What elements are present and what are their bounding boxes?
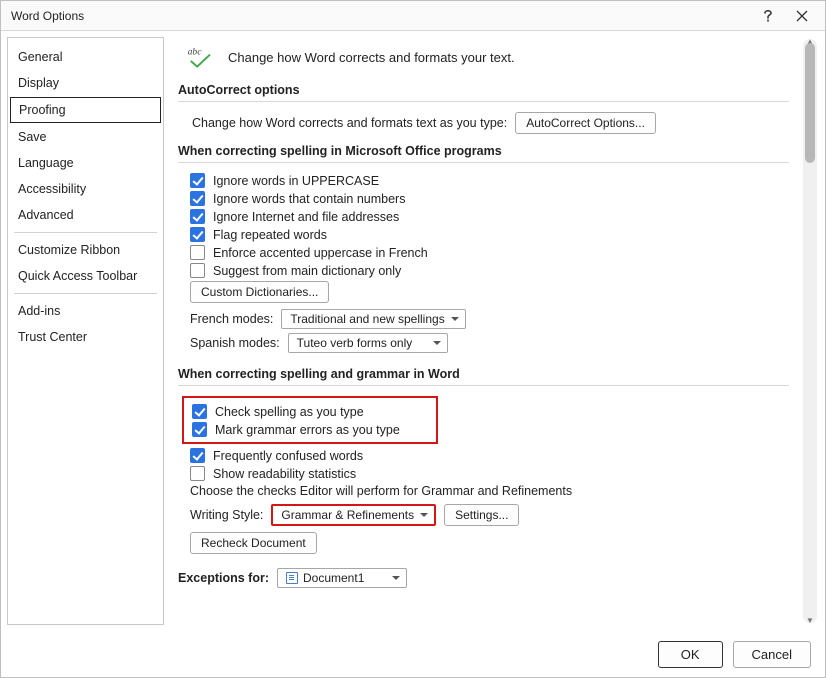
abc-proofing-icon: abc — [186, 43, 218, 71]
check-readability[interactable] — [190, 466, 205, 481]
proofing-content: abc Change how Word corrects and formats… — [178, 39, 799, 623]
sidebar-item-quick-access-toolbar[interactable]: Quick Access Toolbar — [8, 263, 163, 289]
ok-button[interactable]: OK — [658, 641, 723, 668]
custom-dictionaries-button[interactable]: Custom Dictionaries... — [190, 281, 329, 303]
scrollbar-thumb[interactable] — [805, 43, 815, 163]
sidebar-item-trust-center[interactable]: Trust Center — [8, 324, 163, 350]
check-confused-words[interactable] — [190, 448, 205, 463]
help-button[interactable] — [751, 4, 785, 28]
check-spelling-as-type-label: Check spelling as you type — [215, 405, 364, 419]
check-flag-repeated-label: Flag repeated words — [213, 228, 327, 242]
sidebar-item-proofing[interactable]: Proofing — [10, 97, 161, 123]
check-spelling-as-type[interactable] — [192, 404, 207, 419]
word-options-dialog: Word Options General Display Proofing Sa… — [0, 0, 826, 678]
check-confused-words-label: Frequently confused words — [213, 449, 363, 463]
word-grammar-heading: When correcting spelling and grammar in … — [178, 367, 789, 381]
sidebar-separator — [14, 293, 157, 294]
dialog-footer: OK Cancel — [1, 631, 825, 677]
check-suggest-main-dict[interactable] — [190, 263, 205, 278]
sidebar-item-language[interactable]: Language — [8, 150, 163, 176]
sidebar-item-save[interactable]: Save — [8, 124, 163, 150]
check-ignore-numbers-label: Ignore words that contain numbers — [213, 192, 405, 206]
sidebar-separator — [14, 232, 157, 233]
sidebar-item-advanced[interactable]: Advanced — [8, 202, 163, 228]
writing-style-select[interactable]: Grammar & Refinements — [271, 504, 436, 526]
check-grammar-as-type-label: Mark grammar errors as you type — [215, 423, 400, 437]
document-icon — [286, 572, 298, 584]
writing-style-label: Writing Style: — [190, 508, 263, 522]
highlighted-checks: Check spelling as you type Mark grammar … — [182, 396, 438, 444]
check-enforce-accented[interactable] — [190, 245, 205, 260]
spanish-modes-label: Spanish modes: — [190, 336, 280, 350]
vertical-scrollbar[interactable]: ▲ ▼ — [803, 39, 817, 623]
cancel-button[interactable]: Cancel — [733, 641, 811, 668]
check-flag-repeated[interactable] — [190, 227, 205, 242]
check-enforce-accented-label: Enforce accented uppercase in French — [213, 246, 428, 260]
sidebar-item-accessibility[interactable]: Accessibility — [8, 176, 163, 202]
exceptions-for-label: Exceptions for: — [178, 571, 269, 585]
autocorrect-options-button[interactable]: AutoCorrect Options... — [515, 112, 656, 134]
check-grammar-as-type[interactable] — [192, 422, 207, 437]
grammar-settings-button[interactable]: Settings... — [444, 504, 519, 526]
autocorrect-desc: Change how Word corrects and formats tex… — [192, 116, 507, 130]
titlebar: Word Options — [1, 1, 825, 31]
office-spelling-heading: When correcting spelling in Microsoft Of… — [178, 144, 789, 158]
close-icon — [796, 10, 808, 22]
dialog-title: Word Options — [11, 9, 751, 23]
check-ignore-internet-label: Ignore Internet and file addresses — [213, 210, 399, 224]
check-ignore-uppercase[interactable] — [190, 173, 205, 188]
sidebar-item-display[interactable]: Display — [8, 70, 163, 96]
sidebar-item-add-ins[interactable]: Add-ins — [8, 298, 163, 324]
check-readability-label: Show readability statistics — [213, 467, 356, 481]
exceptions-for-select[interactable]: Document1 — [277, 568, 407, 588]
svg-text:abc: abc — [188, 47, 203, 58]
check-ignore-internet[interactable] — [190, 209, 205, 224]
scroll-down-icon: ▼ — [803, 616, 817, 625]
sidebar-item-customize-ribbon[interactable]: Customize Ribbon — [8, 237, 163, 263]
autocorrect-heading: AutoCorrect options — [178, 83, 789, 97]
check-suggest-main-dict-label: Suggest from main dictionary only — [213, 264, 401, 278]
french-modes-label: French modes: — [190, 312, 273, 326]
choose-checks-text: Choose the checks Editor will perform fo… — [190, 484, 789, 498]
category-sidebar: General Display Proofing Save Language A… — [7, 37, 164, 625]
check-ignore-uppercase-label: Ignore words in UPPERCASE — [213, 174, 379, 188]
check-ignore-numbers[interactable] — [190, 191, 205, 206]
intro-text: Change how Word corrects and formats you… — [228, 50, 515, 65]
help-icon — [763, 9, 773, 23]
spanish-modes-select[interactable]: Tuteo verb forms only — [288, 333, 448, 353]
close-button[interactable] — [785, 4, 819, 28]
french-modes-select[interactable]: Traditional and new spellings — [281, 309, 465, 329]
sidebar-item-general[interactable]: General — [8, 44, 163, 70]
recheck-document-button[interactable]: Recheck Document — [190, 532, 317, 554]
